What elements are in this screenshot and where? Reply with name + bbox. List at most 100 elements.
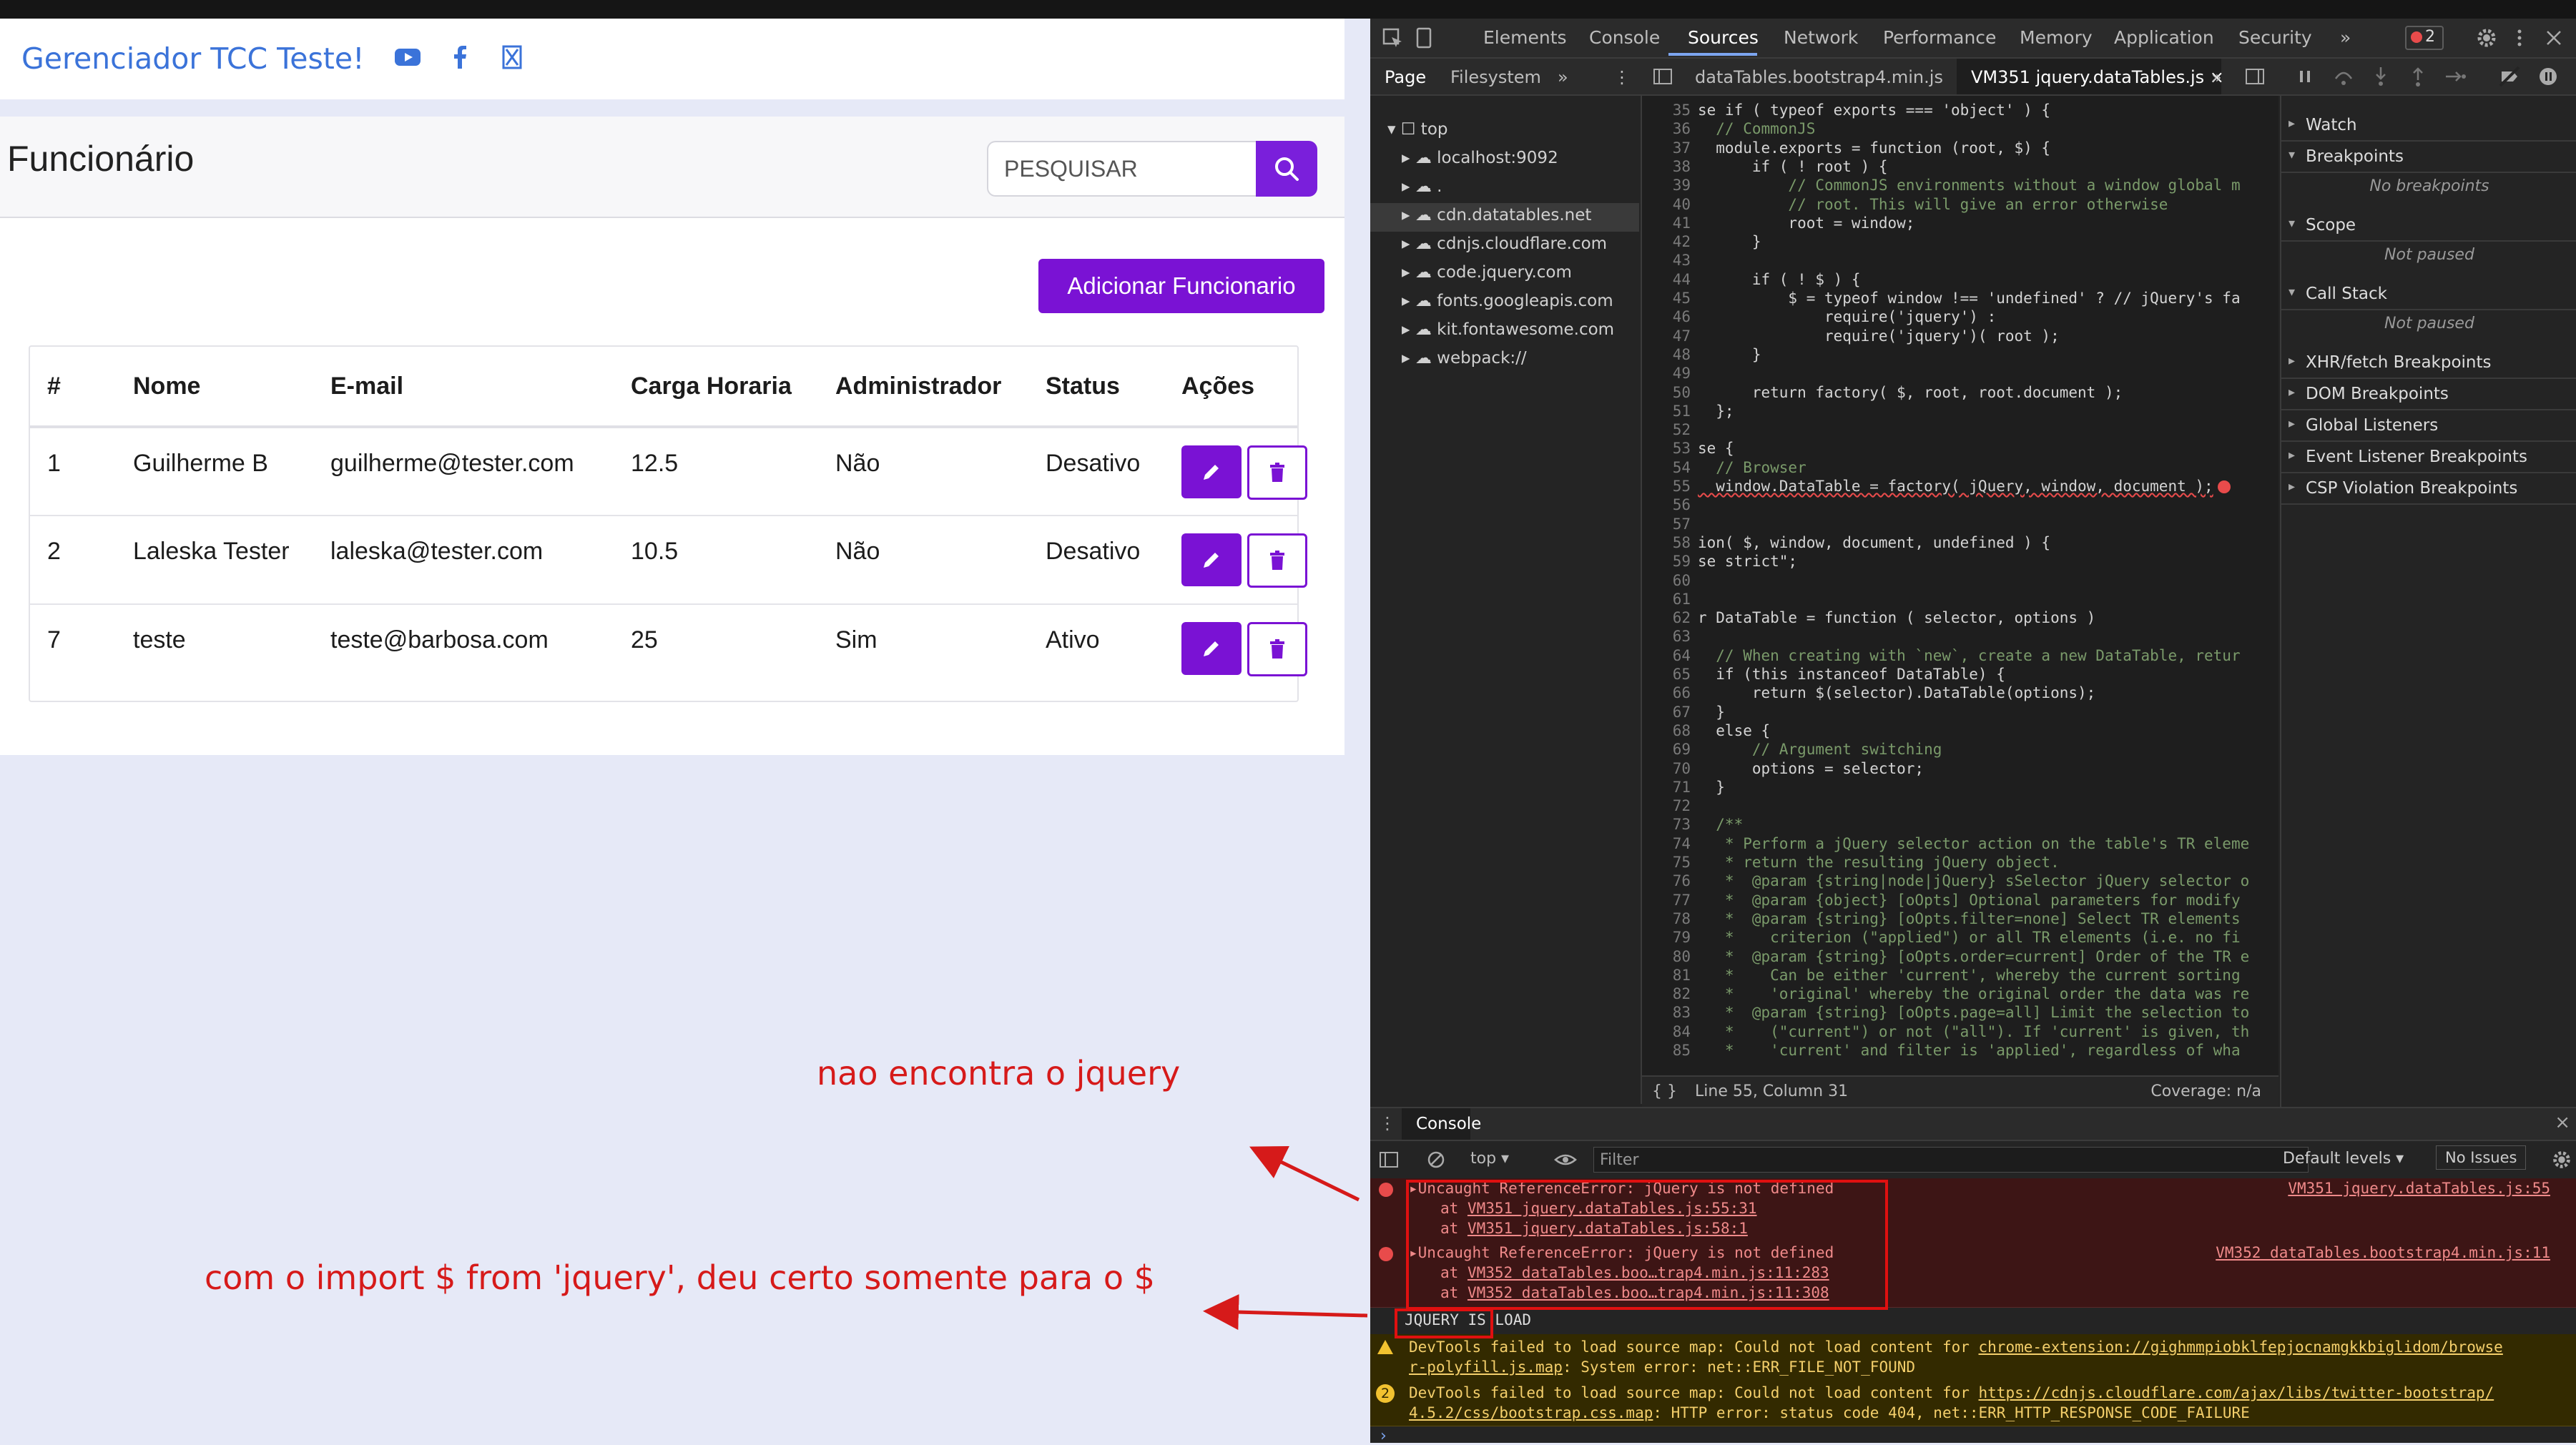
debug-section-global-listeners[interactable]: ▸ Global Listeners <box>2281 410 2576 442</box>
line-number[interactable]: 70 <box>1642 760 1691 777</box>
line-number[interactable]: 42 <box>1642 233 1691 250</box>
tree-item[interactable]: ▸ ☁ kit.fontawesome.com <box>1402 320 1614 339</box>
tab-filesystem[interactable]: Filesystem <box>1450 67 1541 87</box>
pause-on-exceptions-icon[interactable] <box>2536 64 2560 89</box>
tab-page[interactable]: Page <box>1385 67 1426 87</box>
debug-section-scope[interactable]: ▾ Scope <box>2281 210 2576 242</box>
line-number[interactable]: 72 <box>1642 797 1691 814</box>
line-number[interactable]: 59 <box>1642 553 1691 570</box>
debug-section-watch[interactable]: ▸ Watch <box>2281 110 2576 142</box>
line-number[interactable]: 43 <box>1642 252 1691 269</box>
tab-console[interactable]: Console <box>1589 27 1660 48</box>
file-tab-jquery-datatables[interactable]: VM351 jquery.dataTables.js × <box>1957 59 2224 94</box>
line-number[interactable]: 73 <box>1642 816 1691 833</box>
log-levels-dropdown[interactable]: Default levels ▾ <box>2283 1150 2404 1168</box>
file-tab-bootstrap[interactable]: dataTables.bootstrap4.min.js <box>1695 67 1943 87</box>
col-header-status[interactable]: Status <box>1046 347 1181 428</box>
tree-item[interactable]: ▾ ☐ top <box>1387 120 1448 139</box>
line-number[interactable]: 84 <box>1642 1023 1691 1040</box>
line-number[interactable]: 67 <box>1642 704 1691 721</box>
col-header-carga[interactable]: Carga Horaria <box>631 347 835 428</box>
line-number[interactable]: 44 <box>1642 271 1691 288</box>
line-number[interactable]: 58 <box>1642 534 1691 551</box>
facebook-icon[interactable] <box>446 43 475 71</box>
device-toolbar-icon[interactable] <box>1412 26 1436 50</box>
tab-security[interactable]: Security <box>2238 27 2312 48</box>
error-marker-icon[interactable] <box>2217 480 2231 493</box>
line-number[interactable]: 40 <box>1642 196 1691 213</box>
tab-console-drawer[interactable]: Console <box>1402 1108 1481 1140</box>
line-number[interactable]: 39 <box>1642 177 1691 194</box>
tree-item[interactable]: ▸ ☁ cdnjs.cloudflare.com <box>1402 235 1607 253</box>
line-number[interactable]: 60 <box>1642 572 1691 589</box>
col-header-admin[interactable]: Administrador <box>835 347 1046 428</box>
issues-button[interactable]: No Issues <box>2436 1145 2527 1170</box>
line-number[interactable]: 69 <box>1642 741 1691 758</box>
clear-console-icon[interactable] <box>1425 1148 1447 1171</box>
toggle-navigator-icon[interactable] <box>1651 64 1675 89</box>
line-number[interactable]: 48 <box>1642 346 1691 363</box>
delete-button[interactable] <box>1247 445 1307 500</box>
debug-section-breakpoints[interactable]: ▾ Breakpoints <box>2281 142 2576 173</box>
context-selector[interactable]: top ▾ <box>1470 1150 1509 1168</box>
search-button[interactable] <box>1256 141 1317 197</box>
debug-section-event-listener-breakpoints[interactable]: ▸ Event Listener Breakpoints <box>2281 442 2576 473</box>
pretty-print-icon[interactable]: { } <box>1652 1082 1677 1100</box>
line-number[interactable]: 37 <box>1642 139 1691 157</box>
tree-item[interactable]: ▸ ☁ fonts.googleapis.com <box>1402 292 1613 310</box>
line-number[interactable]: 46 <box>1642 308 1691 325</box>
line-number[interactable]: 81 <box>1642 967 1691 984</box>
gear-icon[interactable] <box>2550 1148 2573 1171</box>
step-icon[interactable] <box>2443 64 2467 89</box>
kebab-menu-icon[interactable]: ⋮ <box>1613 67 1631 87</box>
line-number[interactable]: 75 <box>1642 854 1691 871</box>
line-number[interactable]: 49 <box>1642 365 1691 382</box>
pause-icon[interactable] <box>2293 64 2317 89</box>
edit-button[interactable] <box>1181 445 1242 498</box>
kebab-menu-icon[interactable] <box>2507 26 2532 50</box>
more-tabs-icon[interactable]: » <box>2340 27 2351 48</box>
line-number[interactable]: 80 <box>1642 948 1691 965</box>
youtube-icon[interactable] <box>393 43 422 71</box>
step-out-icon[interactable] <box>2406 64 2430 89</box>
debug-section-xhr-fetch-breakpoints[interactable]: ▸ XHR/fetch Breakpoints <box>2281 347 2576 379</box>
brand-link[interactable]: Gerenciador TCC Teste! <box>21 41 365 76</box>
tree-item[interactable]: ▸ ☁ . <box>1402 177 1442 196</box>
error-source-link[interactable]: VM351 jquery.dataTables.js:55 <box>2288 1180 2550 1197</box>
error-count-badge[interactable]: 2 <box>2405 26 2444 50</box>
x-twitter-icon[interactable] <box>498 43 526 71</box>
line-number[interactable]: 57 <box>1642 516 1691 533</box>
line-number[interactable]: 56 <box>1642 496 1691 513</box>
tab-application[interactable]: Application <box>2114 27 2214 48</box>
tab-network[interactable]: Network <box>1784 27 1858 48</box>
line-number[interactable]: 78 <box>1642 910 1691 927</box>
close-icon[interactable] <box>2542 26 2566 50</box>
tab-elements[interactable]: Elements <box>1483 27 1567 48</box>
line-number[interactable]: 65 <box>1642 666 1691 683</box>
line-number[interactable]: 64 <box>1642 647 1691 664</box>
add-funcionario-button[interactable]: Adicionar Funcionario <box>1038 259 1324 313</box>
code-editor[interactable]: 35 se if ( typeof exports === 'object' ) … <box>1642 96 2278 1075</box>
line-number[interactable]: 50 <box>1642 384 1691 401</box>
search-input[interactable] <box>987 141 1256 197</box>
tree-item[interactable]: ▸ ☁ webpack:// <box>1402 349 1527 368</box>
more-files-icon[interactable]: » <box>2211 67 2222 87</box>
line-number[interactable]: 76 <box>1642 872 1691 889</box>
line-number[interactable]: 82 <box>1642 985 1691 1002</box>
line-number[interactable]: 47 <box>1642 327 1691 345</box>
drawer-menu-icon[interactable]: ⋮ <box>1379 1113 1396 1133</box>
debug-section-csp-violation-breakpoints[interactable]: ▸ CSP Violation Breakpoints <box>2281 473 2576 505</box>
delete-button[interactable] <box>1247 622 1307 676</box>
toggle-debugger-icon[interactable] <box>2243 64 2267 89</box>
line-number[interactable]: 52 <box>1642 421 1691 438</box>
line-number[interactable]: 83 <box>1642 1004 1691 1021</box>
col-header-email[interactable]: E-mail <box>330 347 631 428</box>
edit-button[interactable] <box>1181 533 1242 586</box>
close-drawer-icon[interactable]: × <box>2555 1112 2570 1133</box>
step-into-icon[interactable] <box>2369 64 2393 89</box>
line-number[interactable]: 36 <box>1642 120 1691 137</box>
col-header-nome[interactable]: Nome <box>133 347 330 428</box>
line-number[interactable]: 38 <box>1642 158 1691 175</box>
debug-section-call-stack[interactable]: ▾ Call Stack <box>2281 279 2576 310</box>
line-number[interactable]: 54 <box>1642 459 1691 476</box>
